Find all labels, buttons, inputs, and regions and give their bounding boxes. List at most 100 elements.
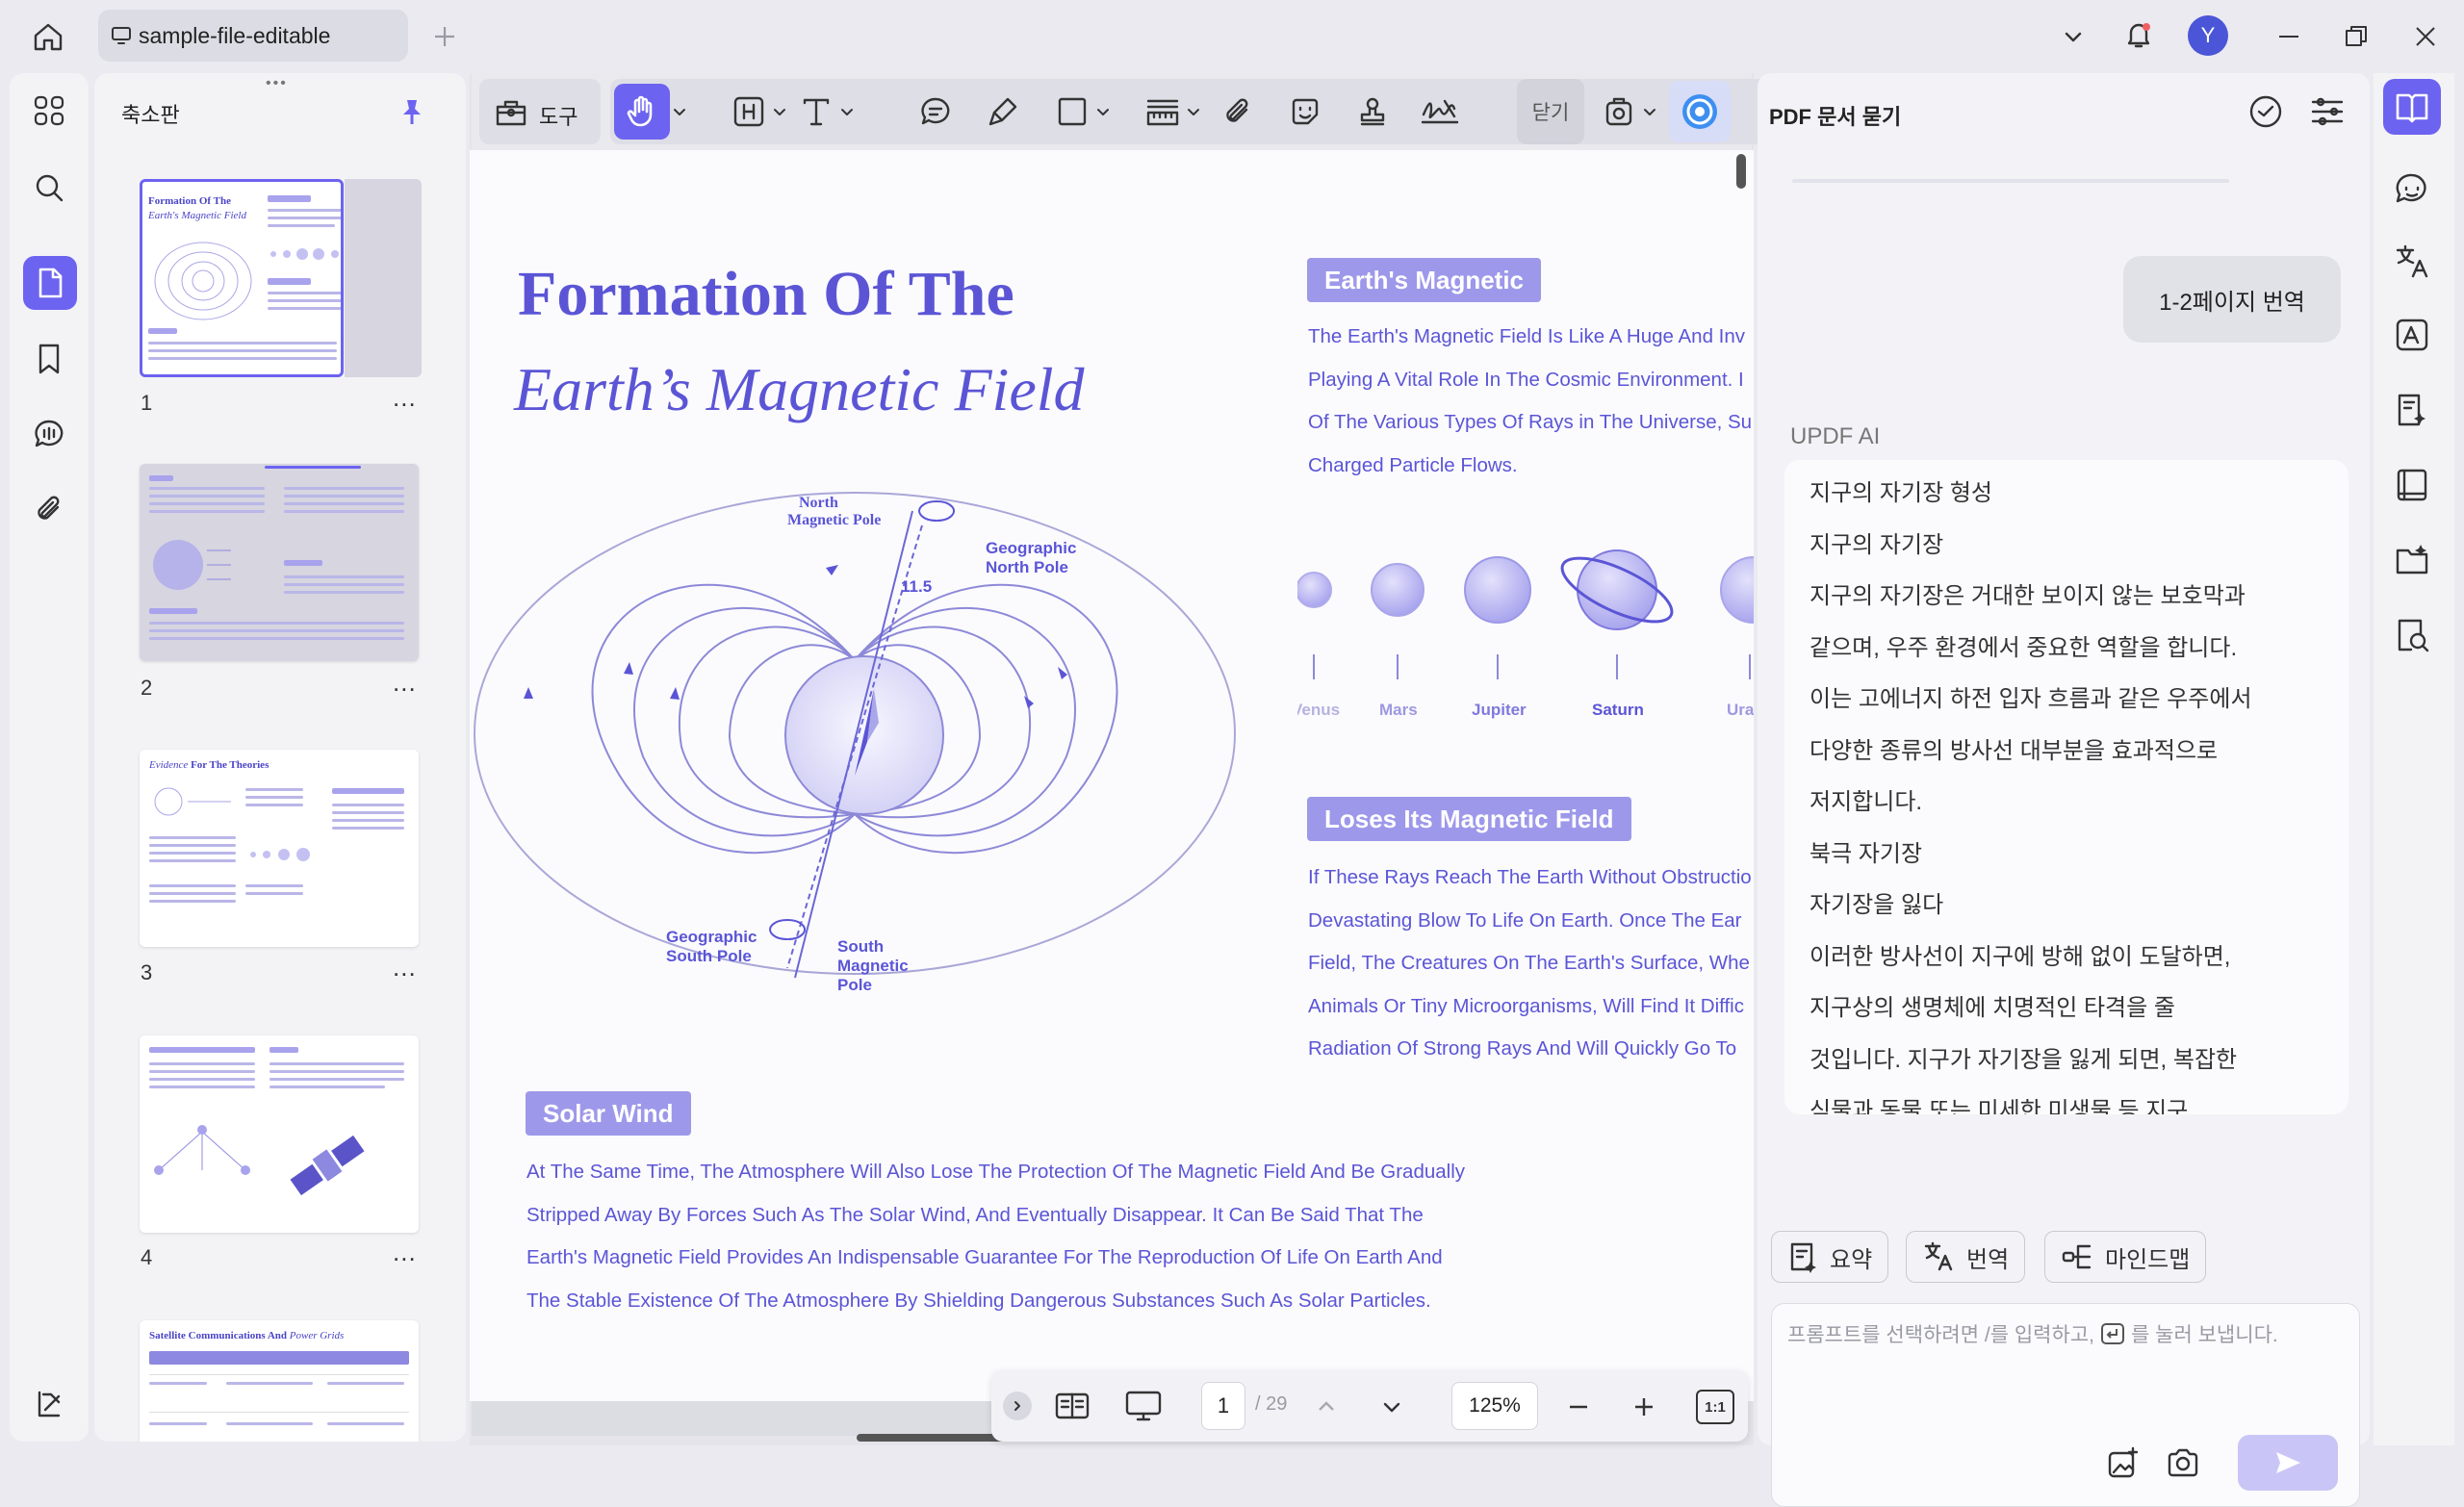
chat-pdf-icon[interactable] bbox=[2383, 79, 2441, 135]
measure-dropdown-icon[interactable] bbox=[1184, 102, 1203, 121]
reader-icon[interactable] bbox=[2389, 462, 2435, 508]
translate-tool-icon[interactable] bbox=[2389, 239, 2435, 285]
settings-sliders-icon[interactable] bbox=[2306, 90, 2348, 133]
sticker-tool-icon[interactable] bbox=[1286, 92, 1324, 131]
chevron-down-icon[interactable] bbox=[2056, 19, 2091, 54]
rectangle-tool-icon[interactable] bbox=[1053, 92, 1091, 131]
history-icon[interactable] bbox=[2245, 90, 2287, 133]
south-magnetic-label: South Magnetic Pole bbox=[837, 937, 909, 995]
signature-tool-icon[interactable] bbox=[1419, 92, 1461, 131]
summary-chip[interactable]: 요약 bbox=[1771, 1231, 1889, 1283]
response-line: 북극 자기장 bbox=[1810, 840, 1923, 867]
response-line: 식물과 동물 또는 미세한 미생물 등 지구 bbox=[1810, 1098, 2189, 1114]
restore-icon[interactable] bbox=[2339, 19, 2374, 54]
prompt-input[interactable]: 프롬프트를 선택하려면 /를 입력하고, 를 눌러 보냅니다. bbox=[1771, 1303, 2360, 1507]
section3-line: Stripped Away By Forces Such As The Sola… bbox=[526, 1203, 1424, 1226]
layers-icon[interactable] bbox=[29, 1384, 69, 1424]
response-line: 이러한 방사선이 지구에 방해 없이 도달하면, bbox=[1810, 943, 2231, 970]
north-magnetic-pole-text2: Magnetic Pole bbox=[787, 512, 882, 528]
section3-text: At The Same Time, The Atmosphere Will Al… bbox=[526, 1151, 1465, 1322]
monitor-icon bbox=[110, 24, 133, 47]
assistant-response: 지구의 자기장 형성 지구의 자기장 지구의 자기장은 거대한 보이지 않는 보… bbox=[1784, 460, 2348, 1114]
north-magnetic-pole-label: North Magnetic Pole bbox=[787, 495, 881, 529]
page-menu-3[interactable]: ... bbox=[393, 953, 417, 983]
page-menu-2[interactable]: ... bbox=[393, 668, 417, 698]
stamp-tool-icon[interactable] bbox=[1353, 92, 1392, 131]
new-tab-plus-icon[interactable] bbox=[427, 19, 462, 54]
attachment-icon[interactable] bbox=[29, 489, 69, 529]
shape-dropdown-icon[interactable] bbox=[1093, 102, 1113, 121]
zoom-out-icon[interactable] bbox=[1561, 1390, 1596, 1424]
ai-document-icon[interactable] bbox=[2389, 387, 2435, 433]
section1-line: Playing A Vital Role In The Cosmic Envir… bbox=[1308, 368, 1744, 391]
tools-button[interactable]: 도구 bbox=[479, 79, 601, 144]
send-button[interactable] bbox=[2238, 1435, 2338, 1491]
resize-handle[interactable]: ••• bbox=[266, 75, 295, 91]
page-number-input[interactable]: 1 bbox=[1201, 1382, 1245, 1430]
presentation-icon[interactable] bbox=[1122, 1388, 1165, 1424]
screenshot-dropdown-icon[interactable] bbox=[1640, 102, 1659, 121]
summary-icon bbox=[1790, 1242, 1816, 1273]
add-image-icon[interactable] bbox=[2103, 1443, 2143, 1483]
screenshot-tool-icon[interactable] bbox=[1600, 92, 1638, 131]
thumb5-title-b: Power Grids bbox=[289, 1330, 345, 1341]
pin-icon[interactable] bbox=[395, 94, 429, 129]
search-document-icon[interactable] bbox=[2389, 612, 2435, 658]
next-page-icon[interactable] bbox=[1374, 1390, 1409, 1424]
page-thumbnail-5[interactable]: Satellite Communications And Power Grids bbox=[140, 1320, 419, 1442]
geographic-north-text2: North Pole bbox=[986, 558, 1068, 576]
zoom-in-icon[interactable] bbox=[1627, 1390, 1661, 1424]
section1-line: Charged Particle Flows. bbox=[1308, 453, 1518, 476]
attach-tool-icon[interactable] bbox=[1219, 92, 1257, 131]
summary-chip-label: 요약 bbox=[1830, 1246, 1873, 1273]
ocr-icon[interactable] bbox=[2389, 312, 2435, 358]
grid-apps-icon[interactable] bbox=[29, 90, 69, 131]
thumb-title-a: Formation Of The bbox=[148, 195, 231, 207]
home-icon[interactable] bbox=[29, 17, 67, 56]
page-thumbnail-4[interactable] bbox=[140, 1035, 419, 1233]
page-menu-4[interactable]: ... bbox=[393, 1238, 417, 1267]
close-toolbar-button[interactable]: 닫기 bbox=[1517, 79, 1584, 144]
document-tab[interactable]: sample-file-editable bbox=[98, 10, 408, 62]
ai-chat-icon[interactable] bbox=[2389, 166, 2435, 212]
thumbnail-panel: ••• 축소판 Formation Of The Earth's Magneti… bbox=[94, 73, 466, 1442]
response-line: 자기장을 잃다 bbox=[1810, 892, 1944, 918]
zoom-input[interactable]: 125% bbox=[1451, 1382, 1538, 1430]
expand-chevron-icon[interactable] bbox=[1003, 1392, 1032, 1420]
heading-dropdown-icon[interactable] bbox=[770, 102, 789, 121]
bell-icon[interactable] bbox=[2119, 15, 2158, 54]
vertical-scrollbar[interactable] bbox=[1736, 154, 1746, 189]
pdf-page: Formation Of The Earth’s Magnetic Field … bbox=[470, 150, 1754, 1401]
hand-tool-icon[interactable] bbox=[614, 84, 670, 140]
doc-title-line2: Earth’s Magnetic Field bbox=[514, 355, 1085, 423]
translate-chip[interactable]: 번역 bbox=[1906, 1231, 2026, 1283]
ai-assistant-icon[interactable] bbox=[1669, 81, 1731, 142]
hand-dropdown-icon[interactable] bbox=[670, 102, 689, 121]
actual-size-button[interactable]: 1:1 bbox=[1696, 1390, 1734, 1424]
page-thumbnail-2[interactable] bbox=[140, 464, 419, 661]
text-tool-icon[interactable] bbox=[797, 92, 835, 131]
page-menu-1[interactable]: ... bbox=[393, 383, 417, 413]
bookmark-icon[interactable] bbox=[29, 339, 69, 379]
comment-list-icon[interactable] bbox=[29, 414, 69, 454]
text-dropdown-icon[interactable] bbox=[837, 102, 857, 121]
page-thumbnail-3[interactable]: Evidence For The Theories bbox=[140, 750, 419, 947]
measure-tool-icon[interactable] bbox=[1143, 92, 1182, 131]
folder-ai-icon[interactable] bbox=[2389, 537, 2435, 583]
thumb-diagram bbox=[154, 242, 252, 320]
search-icon[interactable] bbox=[29, 167, 69, 208]
thumb4-satellite bbox=[290, 1135, 365, 1196]
user-message-bubble: 1-2페이지 번역 bbox=[2123, 256, 2341, 343]
page-layout-icon[interactable] bbox=[1053, 1388, 1091, 1424]
comment-tool-icon[interactable] bbox=[916, 92, 955, 131]
page-thumbnail-1[interactable]: Formation Of The Earth's Magnetic Field bbox=[140, 179, 344, 377]
thumbnails-tab-icon[interactable] bbox=[23, 256, 77, 310]
heading-tool-icon[interactable] bbox=[730, 92, 768, 131]
minimize-icon[interactable] bbox=[2272, 19, 2306, 54]
highlighter-icon[interactable] bbox=[984, 92, 1022, 131]
close-window-icon[interactable] bbox=[2408, 19, 2443, 54]
camera-icon[interactable] bbox=[2163, 1443, 2203, 1483]
mindmap-chip[interactable]: 마인드맵 bbox=[2044, 1231, 2207, 1283]
prev-page-icon[interactable] bbox=[1309, 1390, 1344, 1424]
avatar[interactable]: Y bbox=[2188, 15, 2228, 56]
